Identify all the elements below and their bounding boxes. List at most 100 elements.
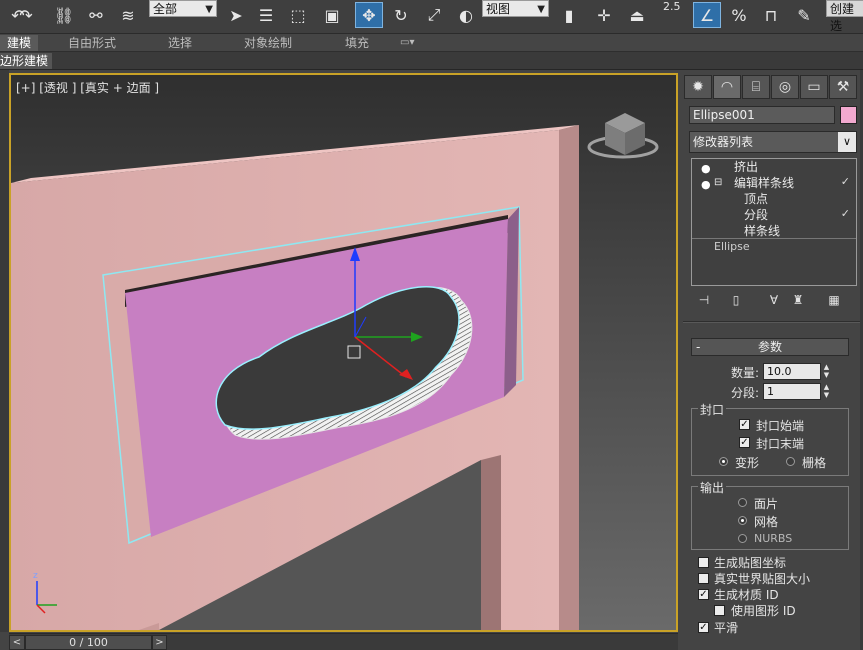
object-name-field[interactable]: Ellipse001 [689,106,835,124]
output-group-title: 输出 [698,479,727,496]
nurbs-radio[interactable] [738,534,747,543]
use-shape-ids-checkbox[interactable] [714,605,725,616]
create-selection-set-dropdown[interactable]: 创建选 [826,0,863,33]
smooth-checkbox[interactable]: ✓ [698,622,709,633]
object-color-swatch[interactable] [840,106,857,124]
select-scale-icon[interactable]: ⤢ [420,2,448,28]
segments-label: 分段: [731,386,760,400]
stack-subitem-segment[interactable]: 分段 [744,207,768,223]
keyboard-shortcut-icon[interactable]: ⏏ [623,2,651,28]
utilities-icon[interactable]: ⚒ [829,75,857,99]
tab-modeling[interactable]: 建模 [0,35,39,51]
chevron-down-icon: ▼ [537,4,545,15]
display-icon[interactable]: ▭ [800,75,828,99]
bind-spacewarp-icon[interactable]: ≋ [114,2,142,28]
edit-named-selection-icon[interactable]: ✎ [790,2,818,28]
real-world-checkbox[interactable] [698,573,709,584]
main-toolbar: ↶ ↷ ⛓ ⚯ ≋ 全部 ▼ ➤ ☰ ⬚ ▣ ✥ ↻ ⤢ ◐ 视图 ▼ ▮ ✛ … [0,0,863,34]
create-selection-value: 创建选 [830,2,855,33]
stack-subitem-vertex[interactable]: 顶点 [744,191,768,207]
make-unique-icon[interactable]: ∀ [765,292,783,308]
select-move-icon[interactable]: ✥ [355,2,383,28]
stack-subitem-spline[interactable]: 样条线 [744,223,780,239]
viewport-label[interactable]: [+] [透视 ] [真实 + 边面 ] [16,79,159,96]
cap-start-checkbox[interactable]: ✓ [739,419,750,430]
selection-filter-dropdown[interactable]: 全部 ▼ [149,0,217,17]
timeline-prev-button[interactable]: < [9,635,25,650]
configure-modifier-sets-icon[interactable]: ▦ [825,292,843,308]
grid-radio[interactable] [786,457,795,466]
remove-modifier-icon[interactable]: ♜ [789,292,807,308]
ribbon-options-icon[interactable]: ▭▾ [400,35,414,51]
percent-snap-icon[interactable]: % [725,2,753,28]
stack-item-edit-spline[interactable]: 编辑样条线 [734,175,794,191]
segments-input[interactable]: 1 [763,383,821,400]
select-object-icon[interactable]: ➤ [222,2,250,28]
morph-label: 变形 [735,456,760,470]
hierarchy-icon[interactable]: ⌸ [742,75,770,99]
angle-snap-icon[interactable]: ∠ [693,2,721,28]
chevron-down-icon: ∨ [838,132,856,152]
command-panel-tabs: ✹ ◠ ⌸ ◎ ▭ ⚒ [684,75,860,99]
modify-icon[interactable]: ◠ [713,75,741,99]
patch-label: 面片 [754,497,779,511]
lightbulb-icon[interactable]: ● [701,178,711,191]
show-end-result-icon[interactable]: ▯ [727,292,745,308]
tab-selection[interactable]: 选择 [168,35,192,51]
redo-icon[interactable]: ↷ [12,2,40,28]
chevron-down-icon: ▼ [205,4,213,15]
subtab-poly-modeling[interactable]: 边形建模 [0,53,53,69]
link-icon[interactable]: ⛓ [50,2,78,28]
patch-radio[interactable] [738,498,747,507]
amount-input[interactable]: 10.0 [763,363,821,380]
viewport-scene: z [11,75,676,630]
spinner-snap-icon[interactable]: ⊓ [757,2,785,28]
stack-item-ellipse[interactable]: Ellipse [714,239,750,255]
gen-mat-ids-checkbox[interactable]: ✓ [698,589,709,600]
stack-item-extrude[interactable]: 挤出 [734,159,758,175]
panel-divider [683,321,861,323]
placement-icon[interactable]: ◐ [452,2,480,28]
tab-object-paint[interactable]: 对象绘制 [244,35,292,51]
checkmark-icon: ✓ [840,175,850,188]
gen-mapping-checkbox[interactable] [698,557,709,568]
pivot-center-icon[interactable]: ▮ [555,2,583,28]
cap-end-checkbox[interactable]: ✓ [739,437,750,448]
cap-end-label: 封口末端 [756,437,805,451]
reference-coord-dropdown[interactable]: 视图 ▼ [482,0,549,17]
lightbulb-icon[interactable]: ● [701,162,711,175]
segments-spinner[interactable]: ▲ ▼ [822,383,831,400]
expand-toggle-icon[interactable]: ⊟ [714,175,722,191]
tab-freeform[interactable]: 自由形式 [68,35,116,51]
nurbs-label: NURBS [754,532,793,545]
window-crossing-icon[interactable]: ▣ [318,2,346,28]
create-icon[interactable]: ✹ [684,75,712,99]
select-manipulate-icon[interactable]: ✛ [590,2,618,28]
modifier-list-dropdown[interactable]: 修改器列表 ∨ [689,131,857,153]
gen-mapping-label: 生成贴图坐标 [714,556,787,570]
perspective-viewport[interactable]: z [+] [透视 ] [真实 + 边面 ] [9,73,678,632]
select-rotate-icon[interactable]: ↻ [387,2,415,28]
mesh-label: 网格 [754,515,779,529]
parameters-rollout-header[interactable]: - 参数 [691,338,849,356]
rectangle-selection-icon[interactable]: ⬚ [284,2,312,28]
mesh-radio[interactable] [738,516,747,525]
command-panel: ✹ ◠ ⌸ ◎ ▭ ⚒ Ellipse001 修改器列表 ∨ ● 挤出 ● ⊟ … [681,70,863,650]
snaps-toggle-icon[interactable]: 2.5 [660,0,688,28]
amount-spinner[interactable]: ▲ ▼ [822,363,831,380]
unlink-icon[interactable]: ⚯ [82,2,110,28]
morph-radio[interactable] [719,457,728,466]
timeline-next-button[interactable]: > [152,635,167,650]
opening-side [481,455,501,630]
capping-group: 封口 ✓ 封口始端 ✓ 封口末端 变形 栅格 [691,401,849,476]
pin-stack-icon[interactable]: ⊣ [695,292,713,308]
left-edge-strip [0,70,9,632]
select-by-name-icon[interactable]: ☰ [252,2,280,28]
tab-populate[interactable]: 填充 [345,35,369,51]
smooth-label: 平滑 [714,621,739,635]
real-world-label: 真实世界贴图大小 [714,572,811,586]
motion-icon[interactable]: ◎ [771,75,799,99]
collapse-icon: - [696,340,701,354]
selection-filter-value: 全部 [153,2,178,16]
time-slider[interactable]: 0 / 100 [25,635,152,650]
